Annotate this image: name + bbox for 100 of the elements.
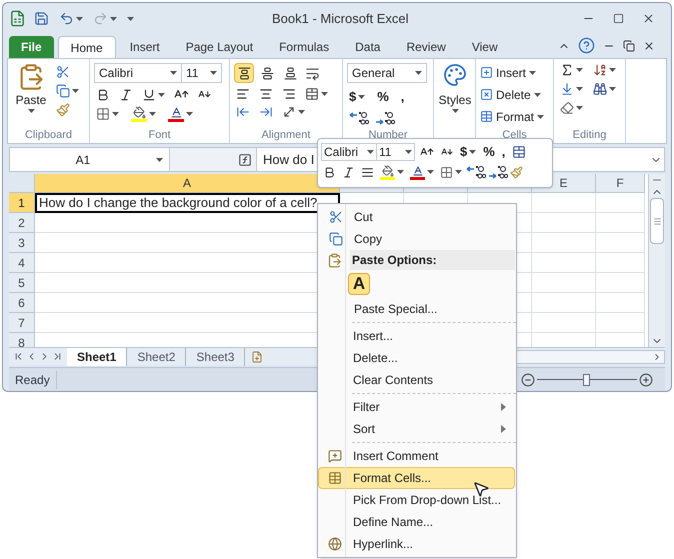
font-size-field[interactable]: 11 [182, 63, 222, 83]
table-cell[interactable] [596, 313, 645, 333]
sheet-tab[interactable]: Sheet2 [127, 348, 186, 366]
find-button[interactable] [591, 82, 618, 96]
table-cell[interactable] [532, 273, 596, 293]
menu-item[interactable]: Hyperlink... [318, 533, 515, 555]
borders-button[interactable] [94, 107, 121, 121]
group-label: Number [368, 128, 408, 144]
vertical-scrollbar[interactable] [648, 174, 665, 347]
close-icon [642, 12, 655, 25]
scroll-thumb[interactable] [650, 198, 664, 244]
paste-option-button[interactable]: A [348, 273, 370, 295]
horizontal-scrollbar[interactable] [515, 350, 665, 364]
comma-button[interactable]: , [398, 87, 406, 106]
styles-button[interactable]: Styles [438, 63, 472, 113]
caret-icon [609, 68, 616, 72]
increase-decimal-button[interactable] [466, 165, 486, 179]
table-cell[interactable] [596, 253, 645, 273]
ribbon-tab[interactable]: Data [343, 36, 392, 58]
font-name-field[interactable]: Calibri [321, 142, 377, 161]
menu-item[interactable]: Clear Contents [318, 369, 515, 391]
percent-button[interactable]: % [375, 87, 391, 106]
table-cell[interactable] [596, 293, 645, 313]
column-header[interactable]: A [35, 174, 340, 193]
vertical-align-icon [260, 66, 274, 80]
fill-color-button[interactable] [129, 106, 158, 122]
table-cell[interactable] [532, 293, 596, 313]
comma-button[interactable]: , [500, 142, 508, 162]
menu-item[interactable]: Insert... [318, 325, 515, 347]
increase-decimal-button[interactable] [347, 110, 371, 124]
italic-icon [342, 166, 355, 178]
row-header[interactable]: 8 [9, 333, 35, 347]
fill-color-button[interactable] [378, 164, 406, 180]
decrease-decimal-button[interactable] [373, 110, 397, 124]
menu-item[interactable]: Filter [318, 396, 515, 418]
caret-icon [298, 110, 305, 114]
vertical-align-button[interactable] [234, 63, 254, 83]
sheet-tab[interactable]: Sheet3 [186, 348, 246, 366]
group-label: Alignment [262, 128, 310, 144]
cells-button[interactable]: Delete [480, 85, 549, 104]
decrease-decimal-button[interactable] [488, 165, 508, 179]
number-format-field[interactable]: General [347, 63, 427, 83]
row-header[interactable]: 6 [9, 293, 35, 313]
menu-item[interactable]: Copy [319, 228, 515, 250]
row-header[interactable]: 7 [9, 313, 35, 333]
sheet-tab[interactable]: Sheet1 [67, 348, 128, 366]
menu-item[interactable]: Pick From Drop-down List... [318, 489, 515, 511]
ribbon-tab[interactable]: Home [58, 36, 116, 58]
table-cell[interactable] [532, 193, 596, 213]
font-size-field[interactable]: 11 [377, 142, 415, 161]
row-header[interactable]: 4 [9, 253, 35, 273]
column-header[interactable]: F [596, 174, 645, 193]
ribbon-tab[interactable]: Insert [118, 36, 172, 58]
row-header[interactable]: 3 [9, 233, 35, 253]
menu-item[interactable]: Delete... [318, 347, 515, 369]
zoom-slider[interactable] [537, 372, 637, 386]
fill-color-bar [131, 119, 147, 122]
row-header[interactable]: 5 [9, 273, 35, 293]
menu-item[interactable]: Insert Comment [318, 445, 515, 467]
group-label: Cells [502, 128, 527, 144]
table-cell[interactable] [596, 213, 645, 233]
table-cell[interactable] [596, 193, 645, 213]
copy-button[interactable] [54, 84, 81, 98]
table-cell[interactable] [532, 233, 596, 253]
row-header[interactable]: 1 [9, 193, 35, 213]
percent-button[interactable]: % [481, 142, 497, 162]
ribbon-tab[interactable]: Review [394, 36, 458, 58]
currency-button[interactable]: $ [458, 142, 478, 162]
menu-item[interactable]: Format Cells... [318, 467, 515, 489]
borders-button[interactable] [438, 166, 464, 178]
table-cell[interactable]: How do I change the background color of a cell? [35, 193, 340, 213]
merge-button[interactable] [303, 87, 330, 101]
table-cell[interactable] [596, 233, 645, 253]
menu-item[interactable]: Define Name... [318, 511, 515, 533]
menu-item[interactable]: Sort [318, 418, 515, 440]
format-painter-button[interactable] [510, 166, 523, 178]
currency-button[interactable]: $ [347, 87, 368, 106]
font-color-button[interactable] [166, 106, 195, 122]
table-cell[interactable] [596, 273, 645, 293]
ribbon-tab[interactable]: Page Layout [174, 36, 266, 58]
cells-button[interactable]: Format [480, 107, 549, 126]
align-right-icon [282, 87, 296, 101]
table-cell[interactable] [532, 213, 596, 233]
file-tab[interactable]: File [9, 36, 54, 58]
clear-button[interactable] [558, 101, 585, 115]
menu-item[interactable]: Paste Special... [319, 298, 515, 320]
cells-button[interactable]: Insert [480, 63, 549, 82]
font-name-field[interactable]: Calibri [94, 63, 182, 83]
customize-toolbar-button[interactable] [125, 16, 136, 20]
center-button[interactable] [359, 166, 376, 178]
sort-filter-button[interactable] [591, 63, 618, 77]
maximize-button[interactable] [611, 12, 626, 25]
table-cell[interactable] [532, 313, 596, 333]
ribbon-tab[interactable]: Formulas [267, 36, 342, 58]
ribbon-tab[interactable]: View [460, 36, 510, 58]
zoom-thumb[interactable] [583, 374, 590, 386]
font-color-button[interactable] [408, 164, 436, 180]
table-cell[interactable] [532, 253, 596, 273]
paste-button[interactable]: Paste [12, 63, 50, 117]
row-header[interactable]: 2 [9, 213, 35, 233]
